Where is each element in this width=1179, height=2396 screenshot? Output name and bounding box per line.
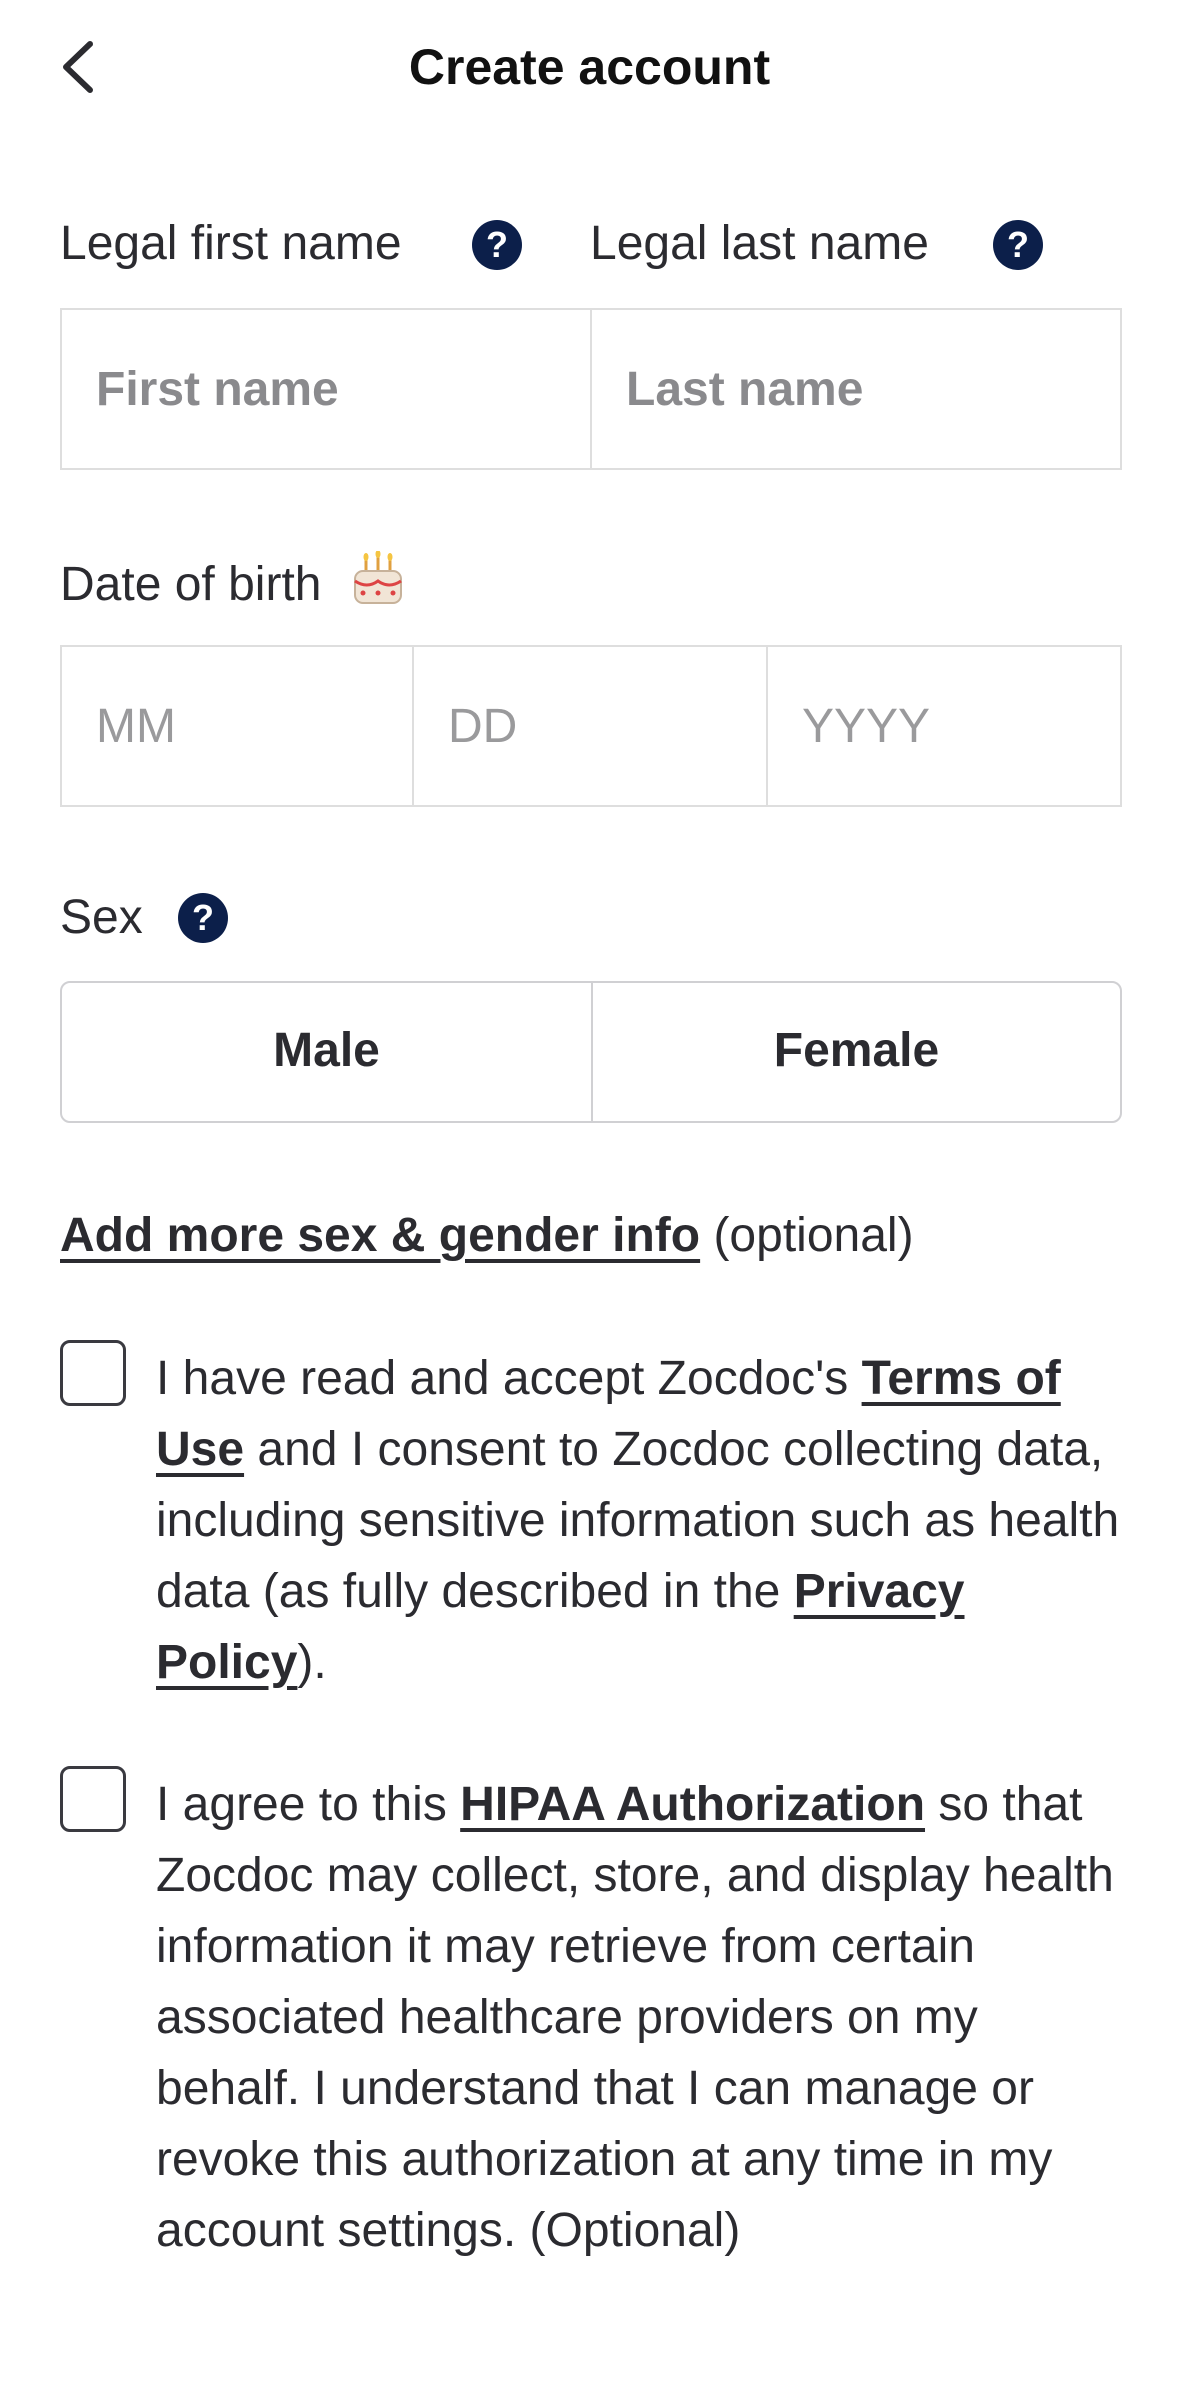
last-name-field[interactable] <box>590 308 1122 470</box>
terms-text-part-1: I have read and accept Zocdoc's <box>156 1352 862 1405</box>
gender-info-row: Add more sex & gender info (optional) <box>60 1200 1120 1271</box>
page-title: Create account <box>408 39 771 95</box>
hipaa-text-part-1: I agree to this <box>156 1778 461 1831</box>
first-name-field[interactable] <box>60 308 592 470</box>
terms-text-part-2: and I consent to Zocdoc collecting data,… <box>156 1423 1120 1618</box>
sex-option-male[interactable]: Male <box>60 981 593 1123</box>
hipaa-checkbox[interactable] <box>60 1766 126 1832</box>
terms-checkbox[interactable] <box>60 1340 126 1406</box>
birthday-cake-icon <box>349 550 407 624</box>
dob-year-input[interactable] <box>768 647 1120 805</box>
dob-month-field[interactable] <box>60 645 414 807</box>
dob-label-row: Date of birth <box>60 550 407 624</box>
header-bar: Create account <box>0 0 1179 140</box>
last-name-input[interactable] <box>592 310 1120 468</box>
last-name-help-icon[interactable]: ? <box>993 220 1043 270</box>
hipaa-authorization-link[interactable]: HIPAA Authorization <box>460 1778 925 1831</box>
first-name-label: Legal first name <box>60 217 402 270</box>
terms-text-part-3: ). <box>297 1636 327 1689</box>
dob-label: Date of birth <box>60 558 322 612</box>
dob-year-field[interactable] <box>766 645 1122 807</box>
last-name-label: Legal last name <box>590 217 929 270</box>
terms-consent-text: I have read and accept Zocdoc's Terms of… <box>156 1343 1134 1698</box>
first-name-input[interactable] <box>62 310 590 468</box>
add-gender-info-link[interactable]: Add more sex & gender info <box>60 1209 700 1262</box>
hipaa-consent-text: I agree to this HIPAA Authorization so t… <box>156 1769 1126 2266</box>
dob-day-field[interactable] <box>412 645 768 807</box>
sex-option-female[interactable]: Female <box>591 981 1122 1123</box>
hipaa-text-viewport: I agree to this HIPAA Authorization so t… <box>156 1769 1126 2299</box>
gender-info-optional-text: (optional) <box>700 1209 914 1262</box>
first-name-help-icon[interactable]: ? <box>472 220 522 270</box>
sex-help-icon[interactable]: ? <box>178 893 228 943</box>
dob-month-input[interactable] <box>62 647 412 805</box>
hipaa-text-part-2: so that Zocdoc may collect, store, and d… <box>156 1778 1114 2257</box>
dob-day-input[interactable] <box>414 647 766 805</box>
sex-label: Sex <box>60 891 143 944</box>
